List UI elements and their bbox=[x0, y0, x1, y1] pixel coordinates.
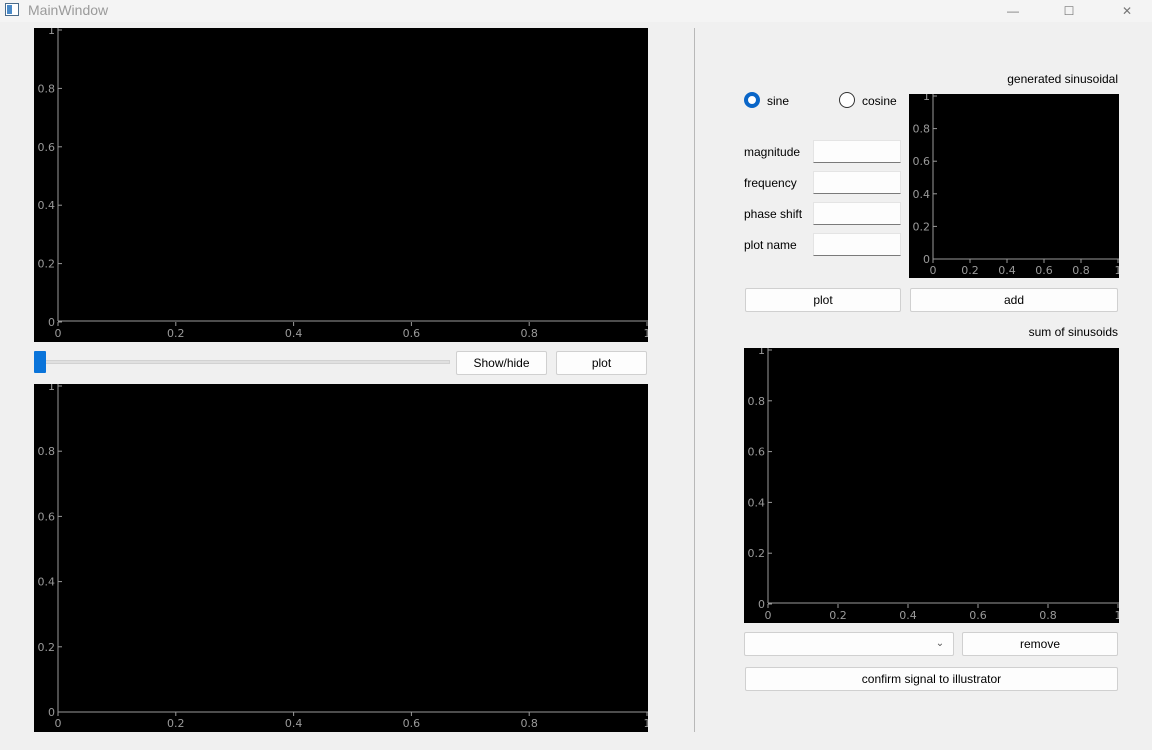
x-tick-label: 0.6 bbox=[403, 717, 421, 730]
y-tick-label: 0.2 bbox=[38, 641, 56, 654]
plot-button-right[interactable]: plot bbox=[745, 288, 901, 312]
maximize-button[interactable]: ☐ bbox=[1046, 0, 1092, 22]
sum-of-sinusoids-plot[interactable]: 0 0.2 0.4 0.6 0.8 1 0 0.2 0.4 0.6 0.8 1 bbox=[744, 348, 1119, 623]
magnitude-label: magnitude bbox=[744, 145, 801, 159]
y-tick-label: 0.4 bbox=[913, 188, 931, 201]
y-tick-label: 0.6 bbox=[748, 446, 766, 459]
add-button[interactable]: add bbox=[910, 288, 1118, 312]
title-bar bbox=[0, 0, 1152, 22]
show-hide-button[interactable]: Show/hide bbox=[456, 351, 547, 375]
y-tick-label: 0.8 bbox=[913, 123, 931, 136]
cosine-radio[interactable] bbox=[839, 92, 855, 108]
main-plot-top[interactable]: 0 0.2 0.4 0.6 0.8 1 0 0.2 0.4 0.6 0.8 1 bbox=[34, 28, 648, 342]
y-tick-label: 0.8 bbox=[38, 82, 56, 95]
x-tick-label: 0 bbox=[930, 264, 937, 277]
y-tick-label: 1 bbox=[48, 28, 55, 37]
y-tick-label: 0.4 bbox=[38, 576, 56, 589]
y-tick-label: 0 bbox=[48, 706, 55, 719]
y-tick-label: 0.6 bbox=[38, 510, 56, 523]
slider-track[interactable] bbox=[40, 360, 450, 364]
app-icon bbox=[5, 3, 19, 16]
sine-radio-label[interactable]: sine bbox=[767, 94, 789, 108]
phase-shift-label: phase shift bbox=[744, 207, 803, 221]
frequency-input[interactable] bbox=[813, 171, 901, 194]
y-tick-label: 0.6 bbox=[913, 155, 931, 168]
minimize-button[interactable]: — bbox=[990, 0, 1036, 22]
cosine-radio-label[interactable]: cosine bbox=[862, 94, 897, 108]
x-tick-label: 0.4 bbox=[285, 327, 303, 340]
sum-of-sinusoids-title: sum of sinusoids bbox=[1028, 325, 1118, 339]
x-tick-label: 0.4 bbox=[899, 609, 917, 622]
y-tick-label: 0 bbox=[923, 253, 930, 266]
x-tick-label: 0.2 bbox=[167, 327, 185, 340]
x-tick-label: 1 bbox=[1115, 609, 1120, 622]
main-plot-bottom[interactable]: 0 0.2 0.4 0.6 0.8 1 0 0.2 0.4 0.6 0.8 1 bbox=[34, 384, 648, 732]
y-tick-label: 0 bbox=[758, 598, 765, 611]
y-tick-label: 0 bbox=[48, 316, 55, 329]
x-tick-label: 0 bbox=[765, 609, 772, 622]
x-tick-label: 0.6 bbox=[403, 327, 421, 340]
plot-name-input[interactable] bbox=[813, 233, 901, 256]
y-tick-label: 1 bbox=[923, 94, 930, 103]
x-tick-label: 1 bbox=[1115, 264, 1120, 277]
y-tick-label: 0.4 bbox=[38, 199, 56, 212]
chevron-down-icon: ⌄ bbox=[935, 637, 945, 649]
slider-handle[interactable] bbox=[34, 351, 46, 373]
y-tick-label: 1 bbox=[48, 384, 55, 393]
frequency-label: frequency bbox=[744, 176, 797, 190]
close-button[interactable]: ✕ bbox=[1104, 0, 1150, 22]
x-tick-label: 1 bbox=[644, 717, 649, 730]
generated-sinusoidal-plot[interactable]: 0 0.2 0.4 0.6 0.8 1 0 0.2 0.4 0.6 0.8 1 bbox=[909, 94, 1119, 278]
y-tick-label: 0.8 bbox=[748, 395, 766, 408]
plot-button-left[interactable]: plot bbox=[556, 351, 647, 375]
x-tick-label: 0.8 bbox=[1072, 264, 1090, 277]
remove-button[interactable]: remove bbox=[962, 632, 1118, 656]
signal-combo-box[interactable] bbox=[744, 632, 954, 656]
x-tick-label: 0.8 bbox=[520, 717, 538, 730]
y-tick-label: 0.2 bbox=[748, 547, 766, 560]
y-tick-label: 0.8 bbox=[38, 445, 56, 458]
sine-radio[interactable] bbox=[744, 92, 760, 108]
x-tick-label: 0.8 bbox=[520, 327, 538, 340]
plot-name-label: plot name bbox=[744, 238, 797, 252]
window-title: MainWindow bbox=[28, 2, 109, 18]
magnitude-input[interactable] bbox=[813, 140, 901, 163]
y-tick-label: 0.4 bbox=[748, 496, 766, 509]
y-tick-label: 0.6 bbox=[38, 141, 56, 154]
confirm-signal-button[interactable]: confirm signal to illustrator bbox=[745, 667, 1118, 691]
x-tick-label: 0.6 bbox=[969, 609, 987, 622]
splitter-divider[interactable] bbox=[694, 28, 695, 732]
x-tick-label: 0.2 bbox=[167, 717, 185, 730]
x-tick-label: 0.2 bbox=[829, 609, 847, 622]
x-tick-label: 1 bbox=[644, 327, 649, 340]
x-tick-label: 0 bbox=[55, 327, 62, 340]
x-tick-label: 0.8 bbox=[1039, 609, 1057, 622]
x-tick-label: 0.2 bbox=[961, 264, 979, 277]
x-tick-label: 0.6 bbox=[1035, 264, 1053, 277]
y-tick-label: 0.2 bbox=[913, 220, 931, 233]
x-tick-label: 0.4 bbox=[285, 717, 303, 730]
y-tick-label: 0.2 bbox=[38, 258, 56, 271]
x-tick-label: 0.4 bbox=[998, 264, 1016, 277]
y-tick-label: 1 bbox=[758, 348, 765, 357]
x-tick-label: 0 bbox=[55, 717, 62, 730]
phase-shift-input[interactable] bbox=[813, 202, 901, 225]
generated-sinusoidal-title: generated sinusoidal bbox=[1007, 72, 1118, 86]
